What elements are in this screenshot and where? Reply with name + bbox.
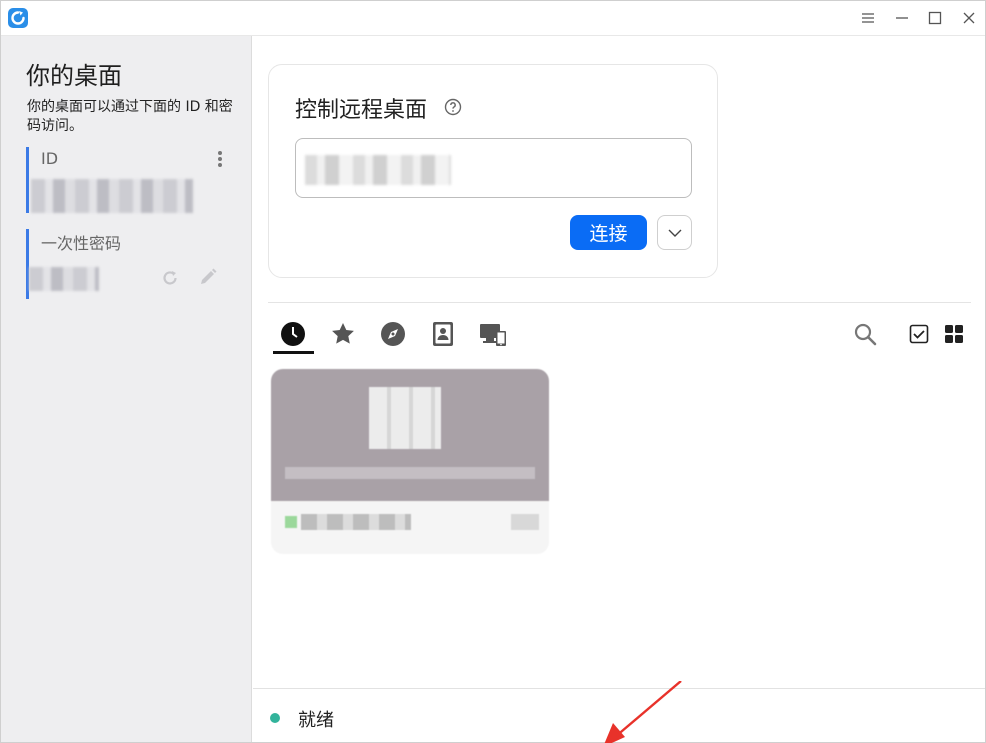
peer-os-icon: [369, 387, 441, 449]
remote-id-value-blur: [305, 155, 451, 185]
edit-icon[interactable]: [197, 266, 219, 288]
active-tab-indicator: [273, 351, 314, 354]
chevron-down-icon: [668, 229, 681, 237]
id-label: ID: [41, 149, 59, 168]
sidebar-title: 你的桌面: [26, 62, 122, 90]
title-bar: [1, 1, 985, 36]
peer-name: [301, 514, 411, 530]
recent-sessions-tab[interactable]: [279, 320, 307, 348]
annotation-arrow: [604, 681, 682, 743]
compass-icon: [381, 322, 405, 346]
search-icon[interactable]: [851, 320, 879, 348]
address-book-tab[interactable]: [429, 320, 457, 348]
id-value[interactable]: [31, 179, 193, 213]
address-book-icon: [433, 322, 453, 346]
star-icon: [332, 323, 354, 344]
connect-button[interactable]: 连接: [570, 215, 647, 250]
connect-options-dropdown[interactable]: [657, 215, 692, 250]
favorites-tab[interactable]: [329, 320, 357, 348]
peer-thumbnail: [271, 369, 549, 501]
select-checkbox-icon[interactable]: [905, 320, 933, 348]
maximize-icon[interactable]: [922, 6, 948, 30]
minimize-icon[interactable]: [889, 6, 915, 30]
password-field: 一次性密码: [26, 229, 231, 299]
peer-more-icon[interactable]: [511, 514, 539, 530]
status-indicator: [270, 713, 280, 723]
peer-info: [271, 501, 549, 554]
app-logo-icon: [8, 8, 28, 28]
password-label: 一次性密码: [41, 234, 122, 253]
main-panel: 控制远程桌面 连接 就绪: [253, 36, 985, 743]
sidebar-description: 你的桌面可以通过下面的 ID 和密码访问。: [27, 99, 233, 134]
sidebar: 你的桌面 你的桌面可以通过下面的 ID 和密码访问。 ID 一次性密码: [1, 36, 252, 742]
lan-devices-tab[interactable]: [479, 320, 507, 348]
clock-icon: [281, 322, 305, 346]
divider: [268, 302, 971, 303]
status-text: 就绪: [298, 710, 334, 731]
id-field: ID: [26, 147, 231, 213]
refresh-icon[interactable]: [159, 267, 181, 289]
grid-view-icon[interactable]: [940, 320, 968, 348]
kebab-menu-icon[interactable]: [214, 149, 226, 169]
close-icon[interactable]: [956, 6, 982, 30]
menu-icon[interactable]: [855, 6, 881, 30]
peer-card[interactable]: [271, 369, 549, 554]
discovered-tab[interactable]: [379, 320, 407, 348]
help-icon[interactable]: [444, 98, 462, 120]
password-value[interactable]: [29, 267, 99, 291]
control-title: 控制远程桌面: [295, 98, 428, 123]
app-window: 你的桌面 你的桌面可以通过下面的 ID 和密码访问。 ID 一次性密码 控制远程…: [0, 0, 986, 743]
peer-online-indicator: [285, 516, 297, 528]
lan-devices-icon: [480, 324, 506, 346]
